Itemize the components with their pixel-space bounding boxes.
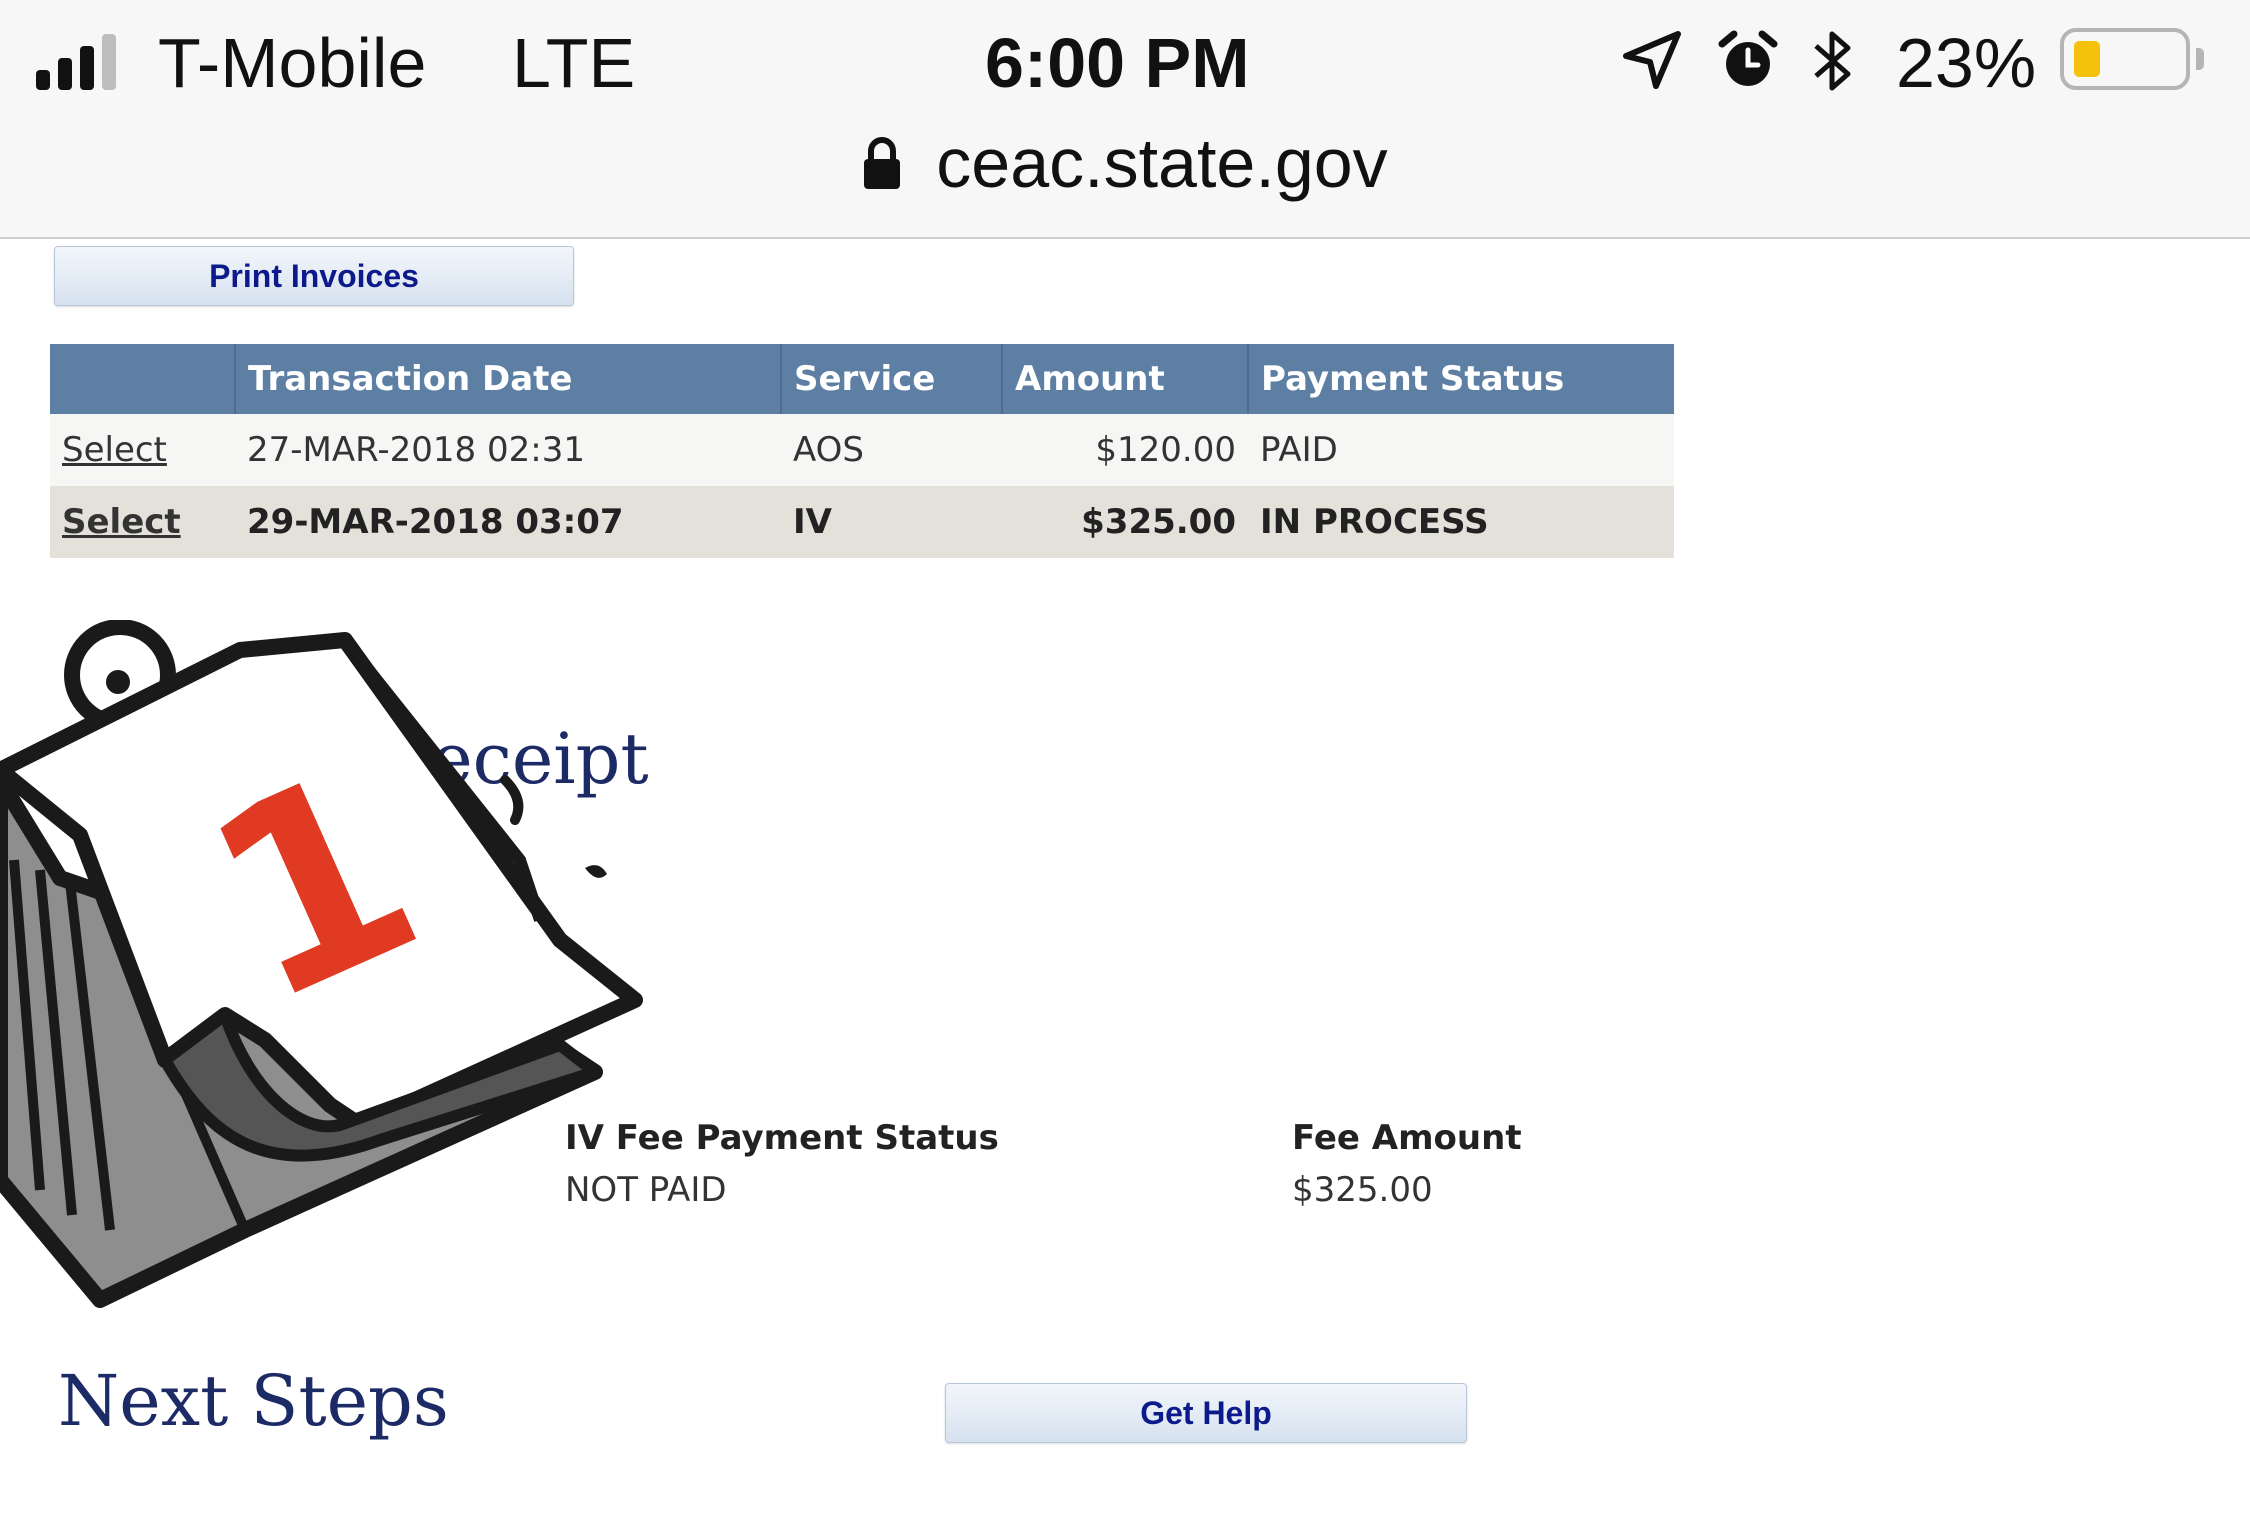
transaction-amount: $325.00 — [1002, 486, 1248, 558]
table-header-row: Transaction Date Service Amount Payment … — [50, 344, 1674, 414]
column-header-date: Transaction Date — [235, 344, 782, 414]
column-header-status: Payment Status — [1248, 344, 1674, 414]
transaction-date: 27-MAR-2018 02:31 — [235, 414, 781, 486]
transactions-table: Transaction Date Service Amount Payment … — [50, 344, 1674, 558]
battery-percent: 23% — [1896, 24, 2037, 102]
battery-icon — [2060, 28, 2190, 90]
table-row: Select 27-MAR-2018 02:31 AOS $120.00 PAI… — [50, 414, 1674, 486]
location-icon — [1623, 31, 1681, 89]
address-bar[interactable]: ceac.state.gov — [0, 118, 2250, 208]
transaction-status: IN PROCESS — [1248, 486, 1674, 558]
fee-amount-value: $325.00 — [1292, 1170, 1433, 1210]
transaction-service: AOS — [781, 414, 1002, 486]
alarm-icon — [1718, 30, 1778, 86]
battery-nub — [2196, 48, 2204, 70]
column-header-select — [50, 344, 236, 414]
column-header-service: Service — [781, 344, 1003, 414]
table-row: Select 29-MAR-2018 03:07 IV $325.00 IN P… — [50, 486, 1674, 558]
transaction-amount: $120.00 — [1002, 414, 1248, 486]
signal-icon — [36, 30, 136, 90]
calendar-icon: 1 — [0, 620, 643, 1308]
url-text: ceac.state.gov — [936, 124, 1388, 202]
status-time: 6:00 PM — [985, 24, 1250, 102]
carrier-label: T-Mobile — [158, 24, 427, 102]
select-link[interactable]: Select — [62, 430, 167, 470]
print-invoices-button[interactable]: Print Invoices — [54, 246, 574, 306]
browser-top-bar: T-Mobile LTE 6:00 PM 23% ceac.state.gov — [0, 0, 2250, 239]
transaction-date: 29-MAR-2018 03:07 — [235, 486, 781, 558]
transaction-status: PAID — [1248, 414, 1674, 486]
column-header-amount: Amount — [1002, 344, 1249, 414]
get-help-button[interactable]: Get Help — [945, 1383, 1467, 1443]
lock-icon — [864, 137, 901, 189]
fee-amount-label: Fee Amount — [1292, 1118, 1522, 1158]
select-link[interactable]: Select — [62, 502, 181, 542]
bluetooth-icon — [1814, 31, 1851, 91]
next-steps-heading: Next Steps — [58, 1360, 449, 1442]
transaction-service: IV — [781, 486, 1002, 558]
network-label: LTE — [512, 24, 636, 102]
